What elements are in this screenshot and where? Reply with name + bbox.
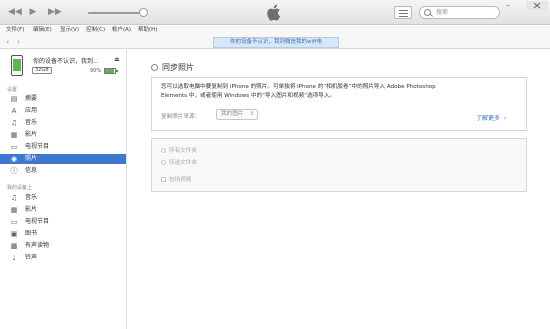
menu-account[interactable]: 帐户(A) [112, 26, 131, 35]
sync-photos-checkbox[interactable] [151, 64, 158, 71]
sidebar-item-info[interactable]: ⓘ 信息 [0, 166, 126, 176]
minimize-icon[interactable]: – [506, 1, 514, 10]
movies-icon: ▦ [10, 131, 18, 139]
menu-bar: 文件(F) 编辑(E) 显示(V) 控制(C) 帐户(A) 帮助(H) [0, 26, 550, 35]
info-line-1: 您可以选取电脑中要复制到 iPhone 的照片。可单独将 iPhone 的“相机… [161, 84, 436, 90]
copy-from-value: 我的图片 [221, 111, 244, 117]
volume-knob[interactable] [139, 8, 148, 17]
sidebar-item-label: 电视节目 [25, 218, 50, 225]
apps-icon: A [11, 107, 17, 115]
device-banner[interactable]: 你的设备不认识，我到微信我的wifi电 [213, 37, 339, 48]
radio-icon [161, 148, 166, 153]
sidebar-item-label: 电视节目 [25, 143, 50, 150]
sidebar-item-label: 铃声 [25, 254, 38, 261]
info-line-2: Elements 中，或者使用 Windows 中的“导入图片和视频”选项导入。 [161, 93, 336, 99]
sidebar-item-label: 音乐 [25, 194, 38, 201]
volume-slider[interactable] [88, 12, 146, 14]
forward-icon[interactable]: › [17, 37, 27, 47]
photos-info-text: 您可以选取电脑中要复制到 iPhone 的照片。可单独将 iPhone 的“相机… [161, 83, 516, 101]
summary-icon: ▤ [10, 95, 18, 103]
list-view-button[interactable] [394, 6, 412, 19]
all-folders-radio[interactable]: 所有文件夹 [161, 146, 197, 154]
radio-icon [161, 160, 166, 165]
sidebar-item-label: 摘要 [25, 95, 38, 102]
sidebar-item-movies[interactable]: ▦ 影片 [0, 130, 126, 140]
books-icon: ▣ [10, 230, 18, 238]
selected-folders-label: 所选文件夹 [169, 160, 197, 166]
settings-section-label: 设置 [7, 87, 18, 93]
music-icon: ♫ [10, 119, 18, 127]
photos-info-panel: 您可以选取电脑中要复制到 iPhone 的照片。可单独将 iPhone 的“相机… [151, 77, 527, 131]
sidebar-item-device-audiobooks[interactable]: ▩ 有声读物 [0, 241, 126, 251]
selected-folders-radio[interactable]: 所选文件夹 [161, 158, 197, 166]
title-bar: ◀◀ ▶ ▶▶ 搜索 – [0, 0, 550, 25]
tv-icon: ▭ [10, 143, 18, 151]
learn-more-link[interactable]: 了解更多 › [476, 113, 506, 122]
main-content: 同步照片 您可以选取电脑中要复制到 iPhone 的照片。可单独将 iPhone… [128, 50, 550, 329]
navigation-bar: ‹ › 你的设备不认识，我到微信我的wifi电 [0, 35, 550, 49]
sidebar-item-tv[interactable]: ▭ 电视节目 [0, 142, 126, 152]
search-icon [424, 9, 431, 16]
tv-icon: ▭ [10, 218, 18, 226]
sidebar-item-device-tones[interactable]: ♩ 铃声 [0, 253, 126, 263]
search-placeholder: 搜索 [436, 9, 449, 16]
sidebar-item-label: 图书 [25, 230, 38, 237]
sidebar-item-label: 有声读物 [25, 242, 50, 249]
sidebar-item-device-music[interactable]: ♫ 音乐 [0, 193, 126, 203]
sidebar-item-music[interactable]: ♫ 音乐 [0, 118, 126, 128]
include-videos-checkbox[interactable]: 包括视频 [161, 175, 191, 183]
sidebar: 你的设备不认识，我到... ⏏ 32GB 90% 设置 ▤ 摘要 A 应用 ♫ … [0, 50, 127, 329]
device-name[interactable]: 你的设备不认识，我到... [33, 56, 99, 65]
apple-logo-icon [267, 4, 281, 21]
menu-controls[interactable]: 控制(C) [86, 26, 105, 35]
audiobooks-icon: ▩ [10, 242, 18, 250]
sidebar-item-label: 信息 [25, 167, 38, 174]
menu-edit[interactable]: 编辑(E) [33, 26, 52, 35]
info-icon: ⓘ [10, 167, 18, 175]
sync-photos-title: 同步照片 [162, 63, 194, 72]
sidebar-item-label: 影片 [25, 206, 38, 213]
back-icon[interactable]: ‹ [6, 37, 16, 47]
photos-icon: ◉ [10, 155, 18, 163]
sidebar-item-apps[interactable]: A 应用 [0, 106, 126, 116]
movies-icon: ▦ [10, 206, 18, 214]
chevron-updown-icon: ⇕ [250, 111, 255, 117]
sidebar-item-label: 音乐 [25, 119, 38, 126]
chevron-right-icon: › [501, 115, 507, 122]
copy-from-select[interactable]: 我的图片 ⇕ [216, 109, 259, 120]
sidebar-item-device-books[interactable]: ▣ 图书 [0, 229, 126, 239]
sidebar-item-label: 照片 [25, 155, 38, 162]
checkbox-icon [161, 177, 166, 182]
learn-more-label: 了解更多 [476, 115, 501, 122]
iphone-icon [11, 55, 23, 76]
sidebar-item-photos[interactable]: ◉ 照片 [0, 154, 126, 164]
menu-file[interactable]: 文件(F) [6, 26, 24, 35]
sidebar-item-label: 影片 [25, 131, 38, 138]
capacity-badge: 32GB [32, 67, 52, 74]
rewind-icon[interactable]: ◀◀ [8, 6, 22, 18]
eject-icon[interactable]: ⏏ [114, 56, 120, 63]
tones-icon: ♩ [12, 254, 16, 262]
battery-percent: 90% [90, 68, 102, 74]
search-input[interactable]: 搜索 [419, 6, 500, 19]
all-folders-label: 所有文件夹 [169, 148, 197, 154]
sidebar-item-device-tv[interactable]: ▭ 电视节目 [0, 217, 126, 227]
fast-forward-icon[interactable]: ▶▶ [48, 6, 62, 18]
copy-from-label: 复制照片来源： [161, 114, 201, 120]
menu-view[interactable]: 显示(V) [60, 26, 79, 35]
close-icon[interactable] [526, 1, 548, 10]
sidebar-item-label: 应用 [25, 107, 38, 114]
play-icon[interactable]: ▶ [28, 6, 38, 18]
menu-help[interactable]: 帮助(H) [138, 26, 157, 35]
sync-options-panel: 所有文件夹 所选文件夹 包括视频 [151, 138, 527, 192]
battery-icon [104, 68, 118, 74]
sidebar-item-device-movies[interactable]: ▦ 影片 [0, 205, 126, 215]
music-icon: ♫ [10, 194, 18, 202]
sidebar-item-summary[interactable]: ▤ 摘要 [0, 94, 126, 104]
include-videos-label: 包括视频 [169, 177, 192, 183]
on-device-section-label: 我的设备上 [7, 185, 33, 191]
